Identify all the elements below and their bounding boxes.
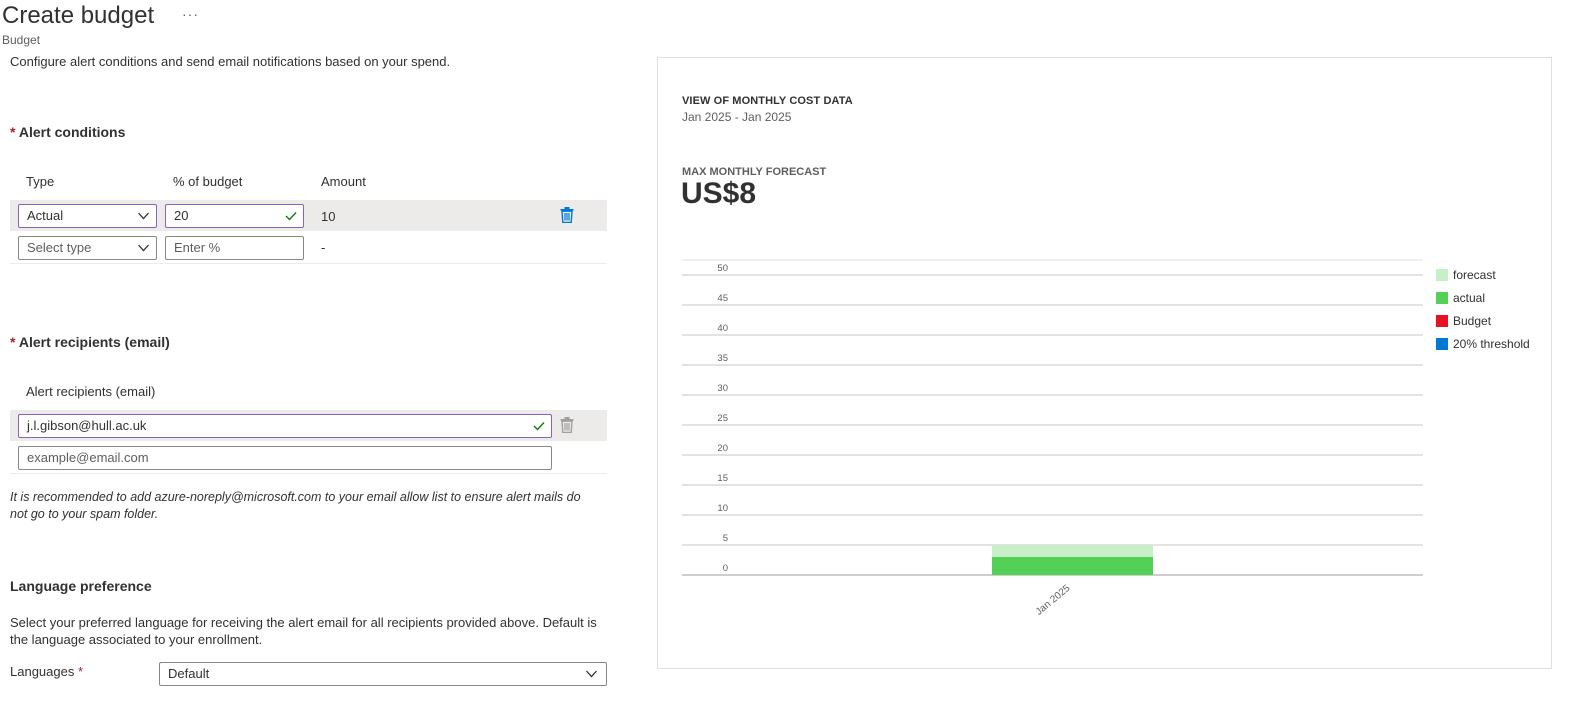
allowlist-hint: It is recommended to add azure-noreply@m… — [10, 490, 581, 521]
percent-input[interactable]: 20 — [165, 204, 304, 228]
email-input[interactable]: j.l.gibson@hull.ac.uk — [18, 414, 552, 438]
bar-forecast — [992, 545, 1153, 557]
required-marker: * — [10, 124, 16, 140]
page-title: Create budget — [2, 2, 155, 29]
x-tick-label: Jan 2025 — [1034, 583, 1073, 615]
y-tick-label: 45 — [717, 293, 728, 304]
type-dropdown[interactable]: Actual — [18, 204, 157, 228]
type-placeholder: Select type — [27, 240, 92, 255]
y-tick-label: 20 — [717, 443, 728, 454]
y-tick-label: 15 — [717, 473, 728, 484]
y-tick-label: 5 — [723, 533, 728, 544]
delete-icon[interactable] — [560, 207, 574, 223]
legend-label: actual — [1453, 290, 1486, 305]
column-amount: Amount — [321, 174, 366, 189]
language-value: Default — [168, 666, 210, 681]
languages-label-text: Languages — [10, 664, 75, 679]
percent-input-empty[interactable]: Enter % — [165, 236, 304, 260]
chart-date-range: Jan 2025 - Jan 2025 — [682, 110, 792, 124]
language-dropdown[interactable]: Default — [159, 662, 607, 686]
email-value: j.l.gibson@hull.ac.uk — [27, 418, 147, 433]
forecast-value: US$8 — [681, 177, 757, 210]
y-tick-label: 25 — [717, 413, 728, 424]
language-heading: Language preference — [10, 578, 152, 594]
chevron-down-icon — [586, 670, 597, 678]
column-percent: % of budget — [173, 174, 243, 189]
y-tick-label: 10 — [717, 503, 728, 514]
legend-label: 20% threshold — [1453, 336, 1530, 351]
legend-swatch — [1436, 337, 1448, 350]
y-tick-label: 40 — [717, 323, 728, 334]
language-description: Select your preferred language for recei… — [10, 615, 597, 647]
percent-value: 20 — [174, 208, 189, 223]
y-tick-label: 0 — [723, 563, 728, 574]
legend-swatch — [1436, 268, 1448, 281]
type-dropdown-empty[interactable]: Select type — [18, 236, 157, 260]
column-recipients: Alert recipients (email) — [26, 384, 156, 399]
more-options-button[interactable]: ··· — [182, 6, 199, 22]
chart-panel-heading: VIEW OF MONTHLY COST DATA — [682, 95, 853, 107]
page-subtitle: Budget — [2, 33, 41, 47]
legend-item[interactable]: 20% threshold — [1436, 332, 1530, 355]
chart-legend: forecast actual Budget 20% threshold — [1436, 263, 1530, 355]
chevron-down-icon — [138, 244, 149, 252]
email-placeholder: example@email.com — [27, 450, 149, 465]
legend-swatch — [1436, 291, 1448, 304]
y-tick-label: 30 — [717, 383, 728, 394]
delete-icon[interactable] — [560, 417, 574, 433]
legend-item[interactable]: Budget — [1436, 309, 1530, 332]
monthly-cost-chart: 0 5 10 15 20 25 30 35 40 45 50 Jan 2025 — [682, 259, 1423, 615]
y-tick-label: 50 — [717, 263, 728, 274]
chevron-down-icon — [138, 212, 149, 220]
column-type: Type — [26, 174, 55, 189]
alert-recipients-title: Alert recipients (email) — [18, 334, 170, 350]
alert-recipients-heading: * Alert recipients (email) — [10, 334, 170, 350]
email-input-empty[interactable]: example@email.com — [18, 446, 552, 470]
amount-value: - — [321, 240, 326, 255]
intro-text: Configure alert conditions and send emai… — [10, 54, 451, 69]
bar-actual — [992, 557, 1153, 575]
alert-conditions-title: Alert conditions — [18, 124, 126, 140]
legend-label: forecast — [1453, 267, 1496, 282]
checkmark-icon — [285, 212, 297, 221]
required-marker: * — [10, 334, 16, 350]
y-tick-label: 35 — [717, 353, 728, 364]
legend-label: Budget — [1453, 313, 1492, 328]
legend-swatch — [1436, 314, 1448, 327]
required-marker: * — [77, 664, 84, 679]
legend-item[interactable]: actual — [1436, 286, 1530, 309]
alert-conditions-heading: * Alert conditions — [10, 124, 125, 140]
amount-value: 10 — [321, 209, 336, 224]
checkmark-icon — [533, 422, 545, 431]
percent-placeholder: Enter % — [174, 240, 221, 255]
legend-item[interactable]: forecast — [1436, 263, 1530, 286]
type-value: Actual — [27, 208, 64, 223]
languages-label: Languages * — [10, 664, 83, 679]
